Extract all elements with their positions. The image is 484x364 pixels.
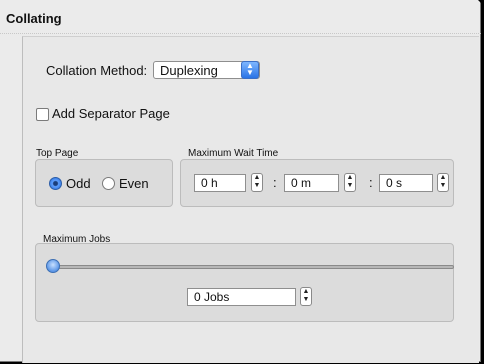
max-jobs-field[interactable]: 0 Jobs — [187, 288, 296, 306]
seconds-value: 0 s — [386, 176, 403, 190]
max-jobs-slider-knob[interactable] — [46, 259, 60, 273]
top-page-even-radio[interactable] — [102, 177, 115, 190]
hours-value: 0 h — [201, 176, 218, 190]
section-title: Collating — [6, 11, 62, 26]
top-page-label: Top Page — [36, 148, 79, 159]
top-page-odd-radio[interactable] — [49, 177, 62, 190]
window-corner — [478, 0, 484, 6]
minutes-stepper[interactable]: ▲ ▼ — [344, 173, 356, 192]
max-jobs-group — [35, 243, 454, 322]
hours-stepper[interactable]: ▲ ▼ — [251, 173, 263, 192]
colon-separator: : — [369, 175, 373, 190]
top-page-odd-label: Odd — [66, 176, 91, 191]
minutes-field[interactable]: 0 m — [284, 174, 339, 192]
add-separator-label: Add Separator Page — [52, 106, 170, 121]
hours-field[interactable]: 0 h — [194, 174, 246, 192]
collation-method-value: Duplexing — [160, 63, 218, 78]
colon-separator: : — [273, 175, 277, 190]
max-jobs-stepper[interactable]: ▲ ▼ — [300, 287, 312, 306]
max-jobs-value: 0 Jobs — [194, 290, 230, 304]
minutes-value: 0 m — [291, 176, 312, 190]
max-jobs-slider-track[interactable] — [51, 265, 454, 269]
seconds-field[interactable]: 0 s — [379, 174, 433, 192]
popup-arrows-icon: ▲ ▼ — [241, 61, 259, 79]
collating-panel: Collating Collation Method: Duplexing ▲ ▼… — [0, 0, 484, 363]
add-separator-checkbox[interactable] — [36, 108, 49, 121]
collation-method-label: Collation Method: — [46, 63, 148, 78]
section-header: Collating — [0, 0, 481, 34]
collation-method-popup[interactable]: Duplexing ▲ ▼ — [153, 61, 260, 79]
wait-time-label: Maximum Wait Time — [188, 148, 279, 159]
seconds-stepper[interactable]: ▲ ▼ — [437, 173, 449, 192]
top-page-even-label: Even — [119, 176, 149, 191]
